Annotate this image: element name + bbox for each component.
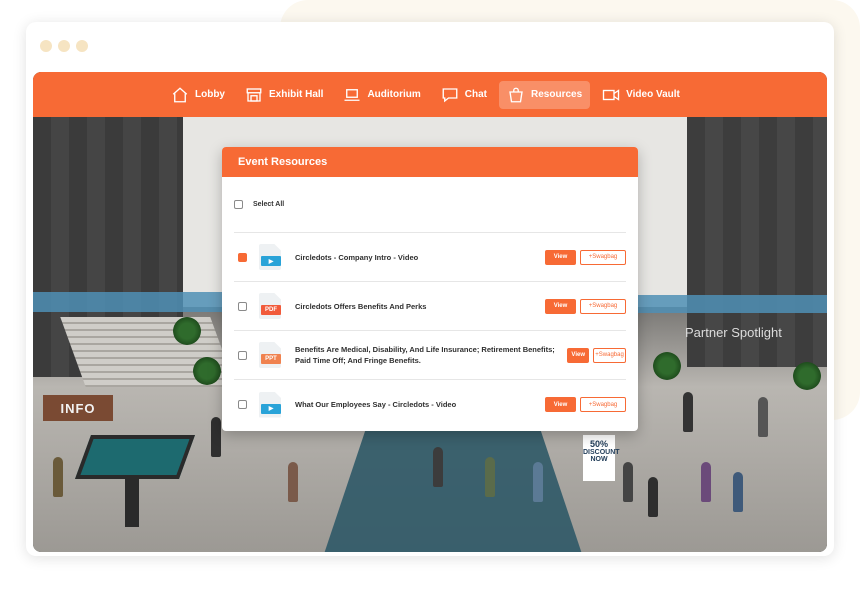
laptop-icon bbox=[344, 88, 360, 101]
resource-checkbox[interactable] bbox=[238, 400, 247, 409]
file-type-label: PPT bbox=[261, 354, 281, 364]
attendee-avatar bbox=[683, 392, 693, 432]
file-type-label: PDF bbox=[261, 305, 281, 315]
view-button[interactable]: View bbox=[545, 397, 576, 412]
resource-row: PPT Benefits Are Medical, Disability, An… bbox=[234, 331, 627, 380]
browser-window: Lobby Exhibit Hall Auditorium Chat Resou… bbox=[26, 22, 834, 556]
resource-title: Benefits Are Medical, Disability, And Li… bbox=[295, 345, 555, 365]
storefront-icon bbox=[246, 87, 262, 102]
view-button[interactable]: View bbox=[545, 298, 576, 314]
resource-title: Circledots Offers Benefits And Perks bbox=[295, 301, 427, 311]
lobby-scene: INFO Partner Spotlight 50% DISCOUNT NOW bbox=[33, 117, 827, 552]
add-to-swagbag-button[interactable]: +Swagbag bbox=[580, 397, 626, 412]
select-all-row[interactable]: Select All bbox=[234, 177, 626, 233]
plant-decoration bbox=[193, 357, 221, 385]
panel-header: Event Resources bbox=[222, 147, 638, 177]
attendee-avatar bbox=[623, 462, 633, 502]
resource-title: Circledots - Company Intro - Video bbox=[295, 252, 419, 262]
attendee-avatar bbox=[733, 472, 743, 512]
nav-item-exhibit-hall[interactable]: Exhibit Hall bbox=[237, 81, 331, 109]
resource-row: ▶ What Our Employees Say - Circledots - … bbox=[234, 380, 626, 429]
nav-item-lobby[interactable]: Lobby bbox=[163, 81, 233, 109]
resource-checkbox[interactable] bbox=[238, 301, 247, 311]
discount-banner[interactable]: 50% DISCOUNT NOW bbox=[583, 435, 620, 481]
scene-balcony-left bbox=[33, 292, 233, 312]
window-dot[interactable] bbox=[76, 40, 88, 52]
add-to-swagbag-button[interactable]: +Swagbag bbox=[593, 347, 627, 363]
info-kiosk-stand bbox=[125, 477, 139, 527]
discount-banner-percent: 50% bbox=[589, 439, 608, 449]
partner-spotlight-sign[interactable]: Partner Spotlight bbox=[685, 325, 782, 340]
select-all-label: Select All bbox=[253, 201, 285, 208]
plant-decoration bbox=[793, 362, 821, 390]
view-button[interactable]: View bbox=[567, 347, 590, 363]
plant-decoration bbox=[653, 352, 681, 380]
attendee-avatar bbox=[288, 462, 298, 502]
shopping-bag-icon bbox=[509, 87, 523, 102]
video-camera-icon bbox=[602, 88, 620, 101]
scene-carpet bbox=[323, 417, 583, 552]
chat-bubble-icon bbox=[442, 87, 458, 102]
plant-decoration bbox=[173, 317, 201, 345]
nav-item-video-vault[interactable]: Video Vault bbox=[594, 81, 688, 109]
top-nav: Lobby Exhibit Hall Auditorium Chat Resou… bbox=[33, 72, 827, 117]
video-file-icon: ▶ bbox=[259, 391, 281, 418]
attendee-avatar bbox=[433, 447, 443, 487]
attendee-avatar bbox=[485, 457, 495, 497]
nav-item-auditorium[interactable]: Auditorium bbox=[335, 81, 428, 109]
nav-label: Resources bbox=[531, 89, 583, 100]
pdf-file-icon: PDF bbox=[259, 293, 281, 319]
select-all-checkbox[interactable] bbox=[234, 200, 243, 209]
add-to-swagbag-button[interactable]: +Swagbag bbox=[580, 298, 626, 314]
discount-banner-text: DISCOUNT NOW bbox=[583, 449, 620, 463]
window-dot[interactable] bbox=[58, 40, 70, 52]
attendee-avatar bbox=[758, 397, 768, 437]
attendee-avatar bbox=[648, 477, 658, 517]
nav-label: Exhibit Hall bbox=[269, 89, 324, 100]
resource-title: What Our Employees Say - Circledots - Vi… bbox=[295, 400, 457, 409]
nav-item-resources[interactable]: Resources bbox=[499, 80, 591, 109]
video-file-icon: ▶ bbox=[259, 244, 281, 270]
attendee-avatar bbox=[211, 417, 221, 457]
attendee-avatar bbox=[701, 462, 711, 502]
panel-title: Event Resources bbox=[238, 156, 328, 168]
attendee-avatar bbox=[53, 457, 63, 497]
ppt-file-icon: PPT bbox=[259, 342, 281, 368]
info-sign[interactable]: INFO bbox=[43, 395, 113, 421]
add-to-swagbag-button[interactable]: +Swagbag bbox=[580, 249, 626, 265]
resource-checkbox[interactable] bbox=[238, 350, 247, 360]
attendee-avatar bbox=[533, 462, 543, 502]
virtual-event-app: Lobby Exhibit Hall Auditorium Chat Resou… bbox=[33, 72, 827, 552]
nav-item-chat[interactable]: Chat bbox=[433, 81, 495, 109]
resource-row: ▶ Circledots - Company Intro - Video Vie… bbox=[234, 233, 626, 282]
nav-label: Lobby bbox=[195, 89, 225, 100]
window-dot[interactable] bbox=[40, 40, 52, 52]
info-kiosk-screen[interactable] bbox=[74, 435, 196, 479]
home-icon bbox=[172, 86, 188, 102]
resource-checkbox[interactable] bbox=[238, 252, 247, 262]
nav-label: Auditorium bbox=[367, 89, 421, 100]
view-button[interactable]: View bbox=[545, 249, 576, 265]
event-resources-panel: Event Resources Select All ▶ Circledots … bbox=[222, 147, 638, 431]
resource-row: PDF Circledots Offers Benefits And Perks… bbox=[234, 282, 626, 331]
nav-label: Chat bbox=[464, 89, 488, 100]
window-controls bbox=[40, 40, 88, 52]
nav-label: Video Vault bbox=[626, 89, 680, 100]
